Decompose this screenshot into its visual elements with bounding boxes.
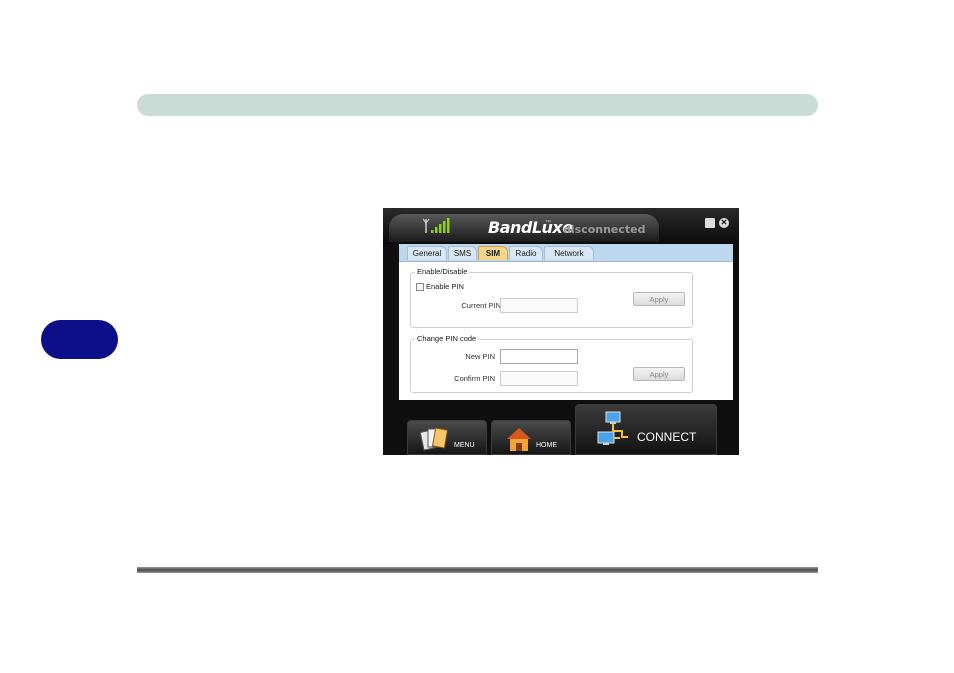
tab-general[interactable]: General <box>407 246 447 260</box>
header-bar <box>137 94 818 116</box>
confirm-pin-label: Confirm PIN <box>454 374 495 383</box>
tab-strip: General SMS SIM Radio Network <box>399 244 733 262</box>
change-pin-group: Change PIN code New PIN Confirm PIN Appl… <box>410 334 693 393</box>
menu-cards-icon <box>420 427 449 451</box>
menu-button[interactable]: MENU <box>407 420 487 455</box>
signal-strength-icon <box>423 218 450 233</box>
tab-sms[interactable]: SMS <box>448 246 477 260</box>
home-icon <box>507 428 531 451</box>
network-computers-icon <box>597 411 628 445</box>
app-brand: BandLuxe <box>488 218 573 237</box>
connect-label: CONNECT <box>637 430 697 444</box>
connection-status: disconnected <box>563 223 646 236</box>
current-pin-label: Current PIN <box>461 301 501 310</box>
apply-change-button[interactable]: Apply <box>633 367 685 381</box>
home-label: HOME <box>536 442 557 449</box>
bandluxe-window: BandLuxe ™ disconnected ✕ General SMS SI… <box>383 208 739 455</box>
close-button[interactable]: ✕ <box>719 218 729 228</box>
title-bar: BandLuxe ™ disconnected ✕ <box>383 208 739 244</box>
side-chapter-tab <box>41 320 118 359</box>
enable-pin-label: Enable PIN <box>426 282 464 291</box>
enable-pin-checkbox[interactable] <box>416 282 424 291</box>
group-title: Change PIN code <box>415 334 479 343</box>
apply-enable-button[interactable]: Apply <box>633 292 685 306</box>
tab-sim[interactable]: SIM <box>478 246 508 260</box>
current-pin-input[interactable] <box>500 298 578 313</box>
menu-label: MENU <box>454 442 475 449</box>
close-icon: ✕ <box>720 218 728 227</box>
new-pin-input[interactable] <box>500 349 578 364</box>
new-pin-label: New PIN <box>465 352 495 361</box>
group-title: Enable/Disable <box>415 267 470 276</box>
confirm-pin-input[interactable] <box>500 371 578 386</box>
settings-panel: General SMS SIM Radio Network Enable/Dis… <box>399 244 733 400</box>
home-button[interactable]: HOME <box>491 420 571 455</box>
tab-radio[interactable]: Radio <box>509 246 543 260</box>
tab-network[interactable]: Network <box>544 246 594 260</box>
minimize-button[interactable] <box>705 218 715 228</box>
enable-disable-group: Enable/Disable Enable PIN Current PIN Ap… <box>410 267 693 328</box>
trademark-mark: ™ <box>545 220 551 226</box>
footer-rule <box>137 567 818 573</box>
enable-pin-option[interactable]: Enable PIN <box>416 282 464 291</box>
connect-button[interactable]: CONNECT <box>575 404 717 455</box>
